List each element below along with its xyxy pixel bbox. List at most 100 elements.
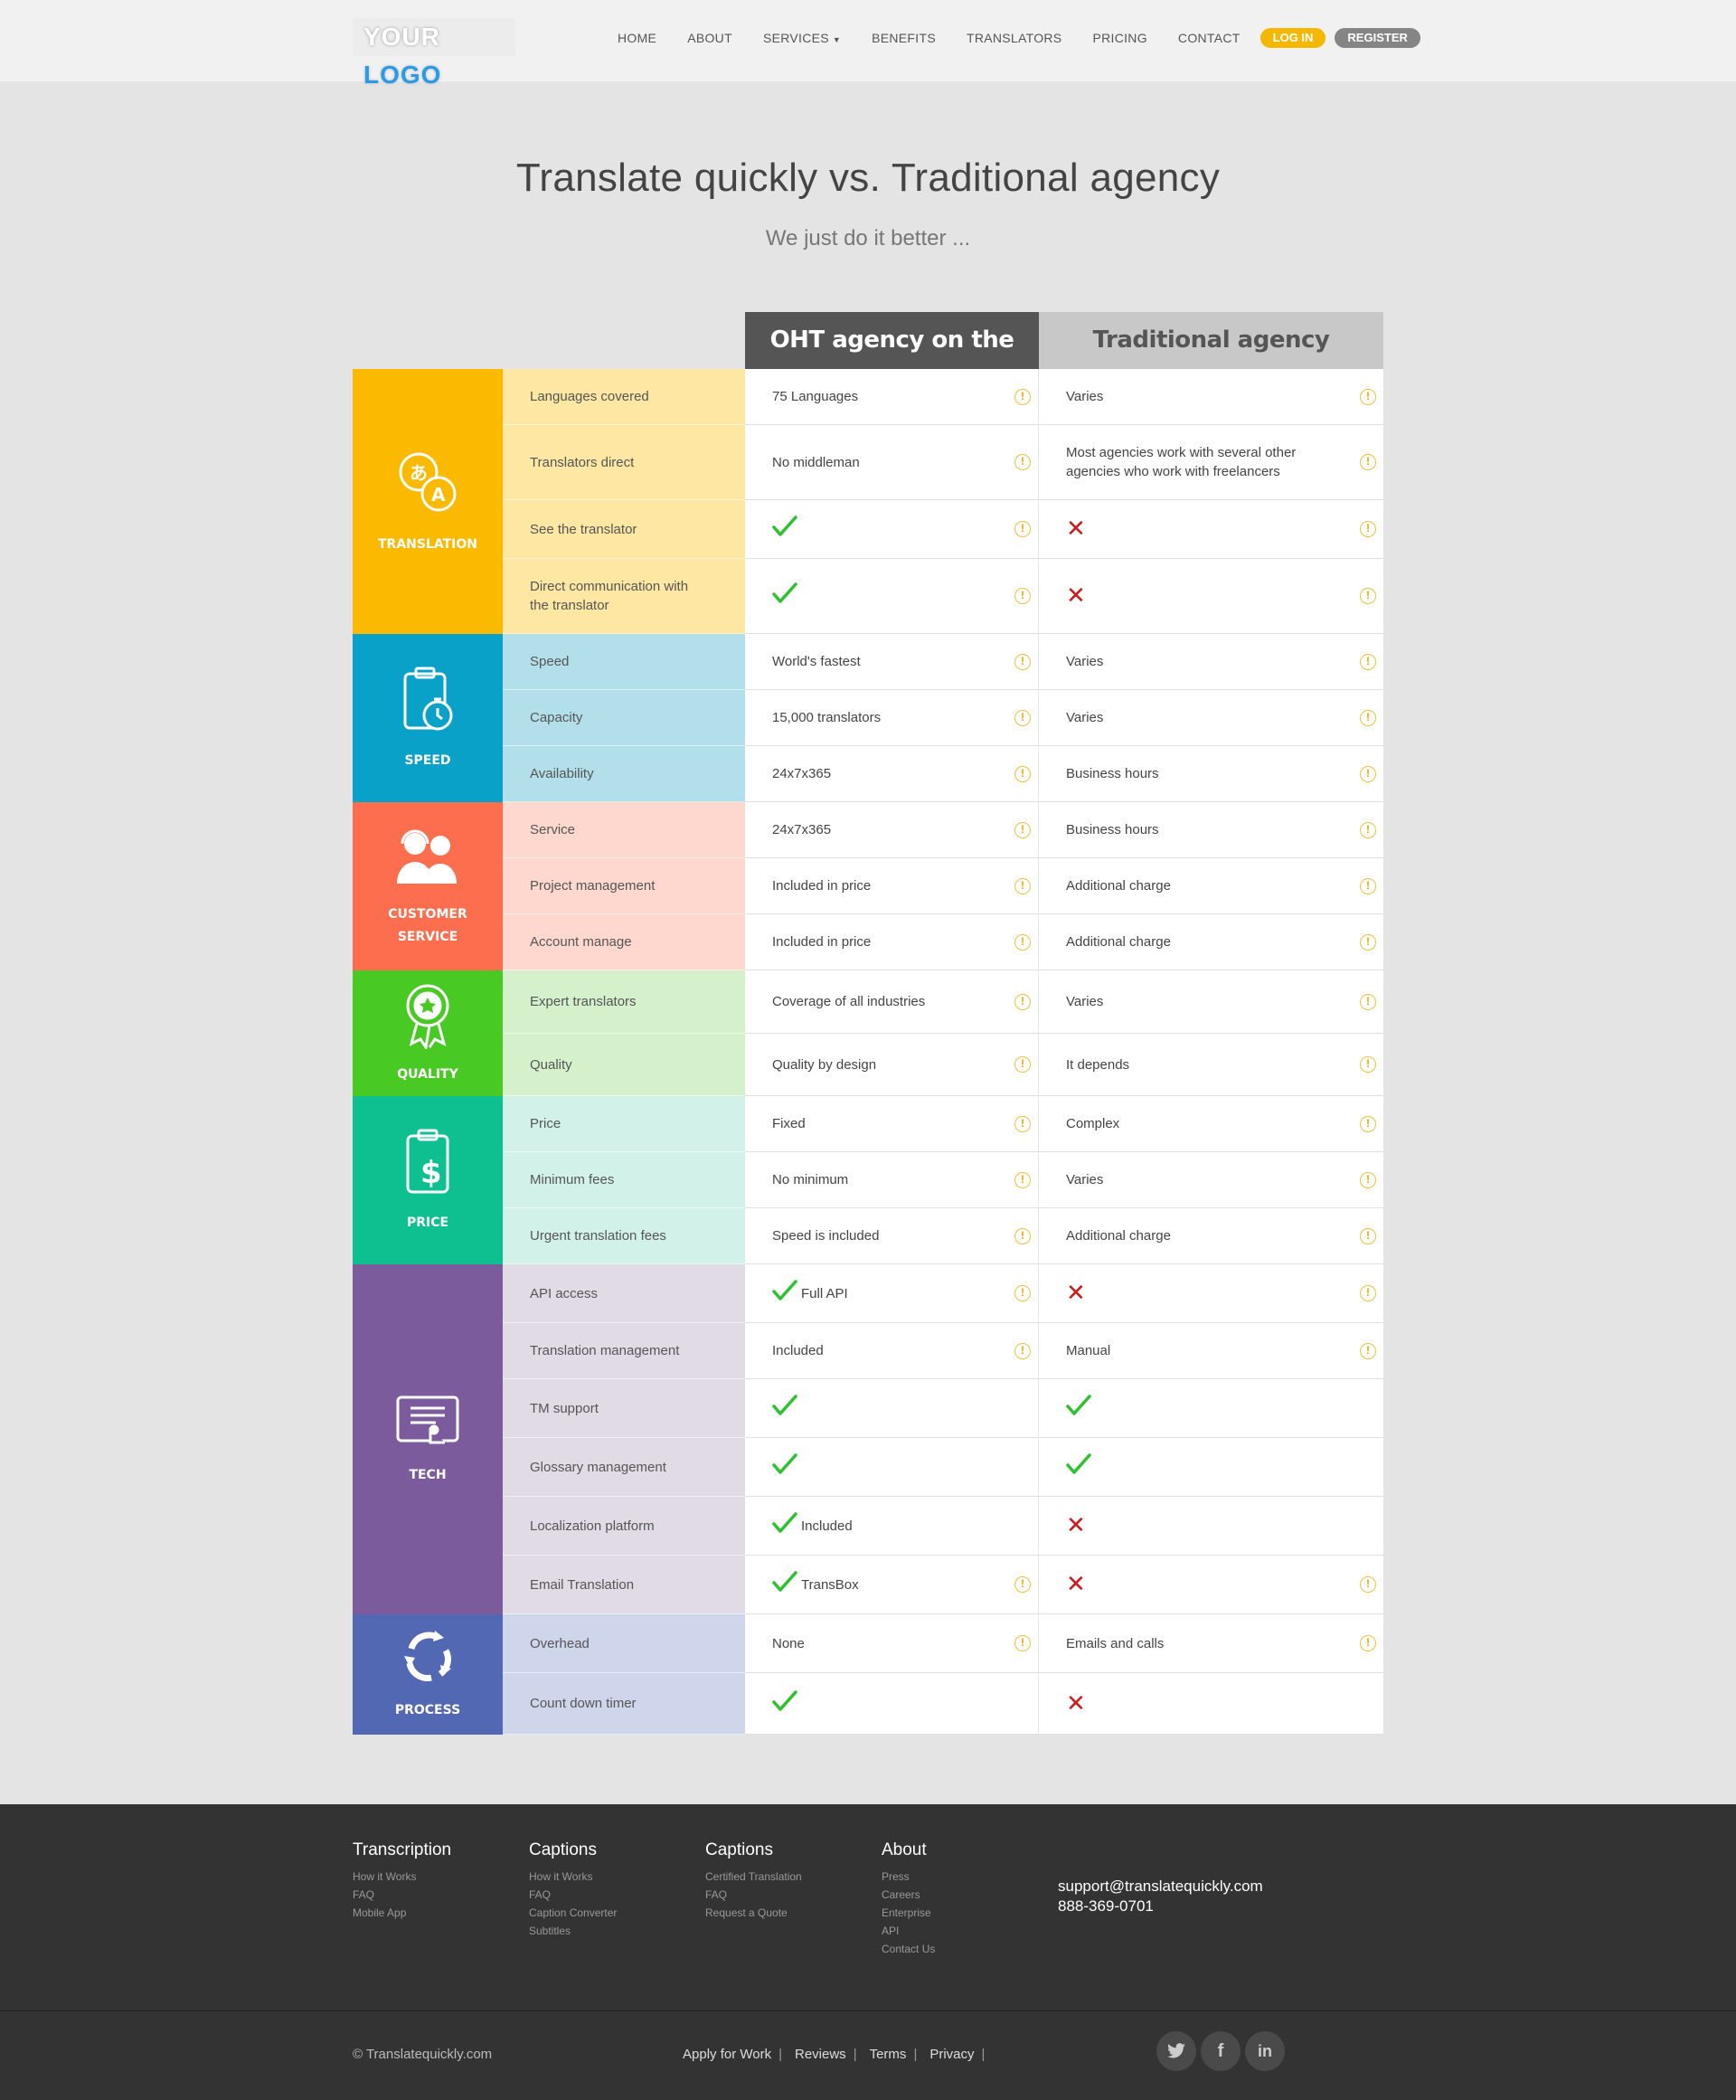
footer-link[interactable]: FAQ xyxy=(529,1886,617,1904)
nav-services[interactable]: SERVICES ▼ xyxy=(763,31,841,45)
cross-icon: ✕ xyxy=(1066,516,1086,543)
register-button[interactable]: REGISTER xyxy=(1335,28,1420,48)
footer-link[interactable]: Press xyxy=(882,1868,935,1886)
footer-link[interactable]: Certified Translation xyxy=(705,1868,802,1886)
info-icon[interactable]: ! xyxy=(1014,877,1031,894)
group-2: CUSTOMER SERVICE Service 24x7x365! Business… xyxy=(353,802,1383,970)
traditional-cell: Varies! xyxy=(1039,690,1383,745)
nav-translators[interactable]: TRANSLATORS xyxy=(967,31,1061,45)
feature-label: Urgent translation fees xyxy=(503,1208,745,1264)
table-row: Glossary management xyxy=(503,1438,1383,1497)
twitter-icon[interactable] xyxy=(1156,2031,1196,2071)
info-icon[interactable]: ! xyxy=(1014,588,1031,604)
info-icon[interactable]: ! xyxy=(1014,765,1031,782)
footer-link[interactable]: Request a Quote xyxy=(705,1904,802,1922)
info-icon[interactable]: ! xyxy=(1014,1171,1031,1188)
info-icon[interactable]: ! xyxy=(1014,821,1031,838)
info-icon[interactable]: ! xyxy=(1014,1227,1031,1244)
link-apply-for-work[interactable]: Apply for Work xyxy=(683,2047,771,2062)
footer-link[interactable]: Subtitles xyxy=(529,1922,617,1940)
info-icon[interactable]: ! xyxy=(1014,709,1031,726)
info-icon[interactable]: ! xyxy=(1360,521,1376,537)
traditional-cell: Complex! xyxy=(1039,1096,1383,1151)
info-icon[interactable]: ! xyxy=(1360,1171,1376,1188)
info-icon[interactable]: ! xyxy=(1360,709,1376,726)
info-icon[interactable]: ! xyxy=(1360,765,1376,782)
nav-about[interactable]: ABOUT xyxy=(687,31,732,45)
info-icon[interactable]: ! xyxy=(1014,1576,1031,1593)
link-terms[interactable]: Terms xyxy=(870,2047,907,2062)
info-icon[interactable]: ! xyxy=(1360,653,1376,670)
footer-link[interactable]: Mobile App xyxy=(353,1904,451,1922)
support-email[interactable]: support@translatequickly.com xyxy=(1058,1877,1263,1897)
info-icon[interactable]: ! xyxy=(1360,1576,1376,1593)
award-icon xyxy=(401,980,455,1064)
info-icon[interactable]: ! xyxy=(1360,1635,1376,1651)
info-icon[interactable]: ! xyxy=(1360,993,1376,1010)
oht-cell xyxy=(745,1673,1039,1734)
info-icon[interactable]: ! xyxy=(1360,877,1376,894)
category-cell: あ A TRANSLATION xyxy=(353,369,503,634)
info-icon[interactable]: ! xyxy=(1014,653,1031,670)
info-icon[interactable]: ! xyxy=(1014,1635,1031,1651)
linkedin-icon[interactable]: in xyxy=(1245,2031,1285,2071)
checkmark-icon xyxy=(772,582,801,610)
info-icon[interactable]: ! xyxy=(1014,1115,1031,1132)
info-icon[interactable]: ! xyxy=(1014,1285,1031,1301)
nav-benefits[interactable]: BENEFITS xyxy=(872,31,936,45)
footer-link[interactable]: FAQ xyxy=(353,1886,451,1904)
cell-value: TransBox xyxy=(801,1576,859,1593)
nav-home[interactable]: HOME xyxy=(618,31,656,45)
link-reviews[interactable]: Reviews xyxy=(795,2047,846,2062)
link-privacy[interactable]: Privacy xyxy=(929,2047,974,2062)
feature-label: Overhead xyxy=(503,1614,745,1673)
cell-value: Additional charge xyxy=(1066,1228,1171,1244)
footer-link[interactable]: Contact Us xyxy=(882,1940,935,1958)
footer-link[interactable]: Caption Converter xyxy=(529,1904,617,1922)
info-icon[interactable]: ! xyxy=(1014,1342,1031,1359)
info-icon[interactable]: ! xyxy=(1014,1056,1031,1073)
oht-cell: World's fastest! xyxy=(745,634,1039,689)
footer-bottom: © Translatequickly.com Apply for Work | R… xyxy=(0,2010,1736,2100)
info-icon[interactable]: ! xyxy=(1360,588,1376,604)
footer-link[interactable]: API xyxy=(882,1922,935,1940)
login-button[interactable]: LOG IN xyxy=(1260,28,1326,48)
info-icon[interactable]: ! xyxy=(1014,521,1031,537)
info-icon[interactable]: ! xyxy=(1360,1285,1376,1301)
table-row: Availability 24x7x365! Business hours! xyxy=(503,746,1383,802)
cell-value: Additional charge xyxy=(1066,878,1171,894)
column-header-oht: OHT agency on the web xyxy=(745,312,1039,411)
cross-icon: ✕ xyxy=(1066,582,1086,610)
info-icon[interactable]: ! xyxy=(1360,1056,1376,1073)
info-icon[interactable]: ! xyxy=(1360,933,1376,951)
cell-value: Varies xyxy=(1066,654,1104,669)
info-icon[interactable]: ! xyxy=(1014,993,1031,1010)
svg-text:A: A xyxy=(431,484,446,506)
oht-cell: 24x7x365! xyxy=(745,802,1039,857)
footer-link[interactable]: How it Works xyxy=(529,1868,617,1886)
oht-cell: No middleman! xyxy=(745,425,1039,499)
table-row: Translators direct No middleman! Most agen… xyxy=(503,425,1383,500)
info-icon[interactable]: ! xyxy=(1360,1342,1376,1359)
info-icon[interactable]: ! xyxy=(1014,933,1031,951)
info-icon[interactable]: ! xyxy=(1360,1115,1376,1132)
logo[interactable]: YOUR LOGO xyxy=(353,18,515,89)
footer-link[interactable]: How it Works xyxy=(353,1868,451,1886)
traditional-cell: Manual! xyxy=(1039,1323,1383,1378)
footer-link[interactable]: Careers xyxy=(882,1886,935,1904)
nav-pricing[interactable]: PRICING xyxy=(1092,31,1146,45)
footer-link[interactable]: FAQ xyxy=(705,1886,802,1904)
traditional-cell: ✕! xyxy=(1039,500,1383,558)
info-icon[interactable]: ! xyxy=(1014,388,1031,405)
footer-link[interactable]: Enterprise xyxy=(882,1904,935,1922)
cell-value: Included in price xyxy=(772,878,872,894)
facebook-icon[interactable]: f xyxy=(1201,2031,1241,2071)
nav-contact[interactable]: CONTACT xyxy=(1178,31,1241,45)
info-icon[interactable]: ! xyxy=(1360,388,1376,405)
info-icon[interactable]: ! xyxy=(1360,1227,1376,1244)
feature-label: Localization platform xyxy=(503,1497,745,1556)
info-icon[interactable]: ! xyxy=(1360,454,1376,470)
checkmark-icon xyxy=(772,1394,801,1423)
info-icon[interactable]: ! xyxy=(1014,454,1031,470)
info-icon[interactable]: ! xyxy=(1360,821,1376,838)
